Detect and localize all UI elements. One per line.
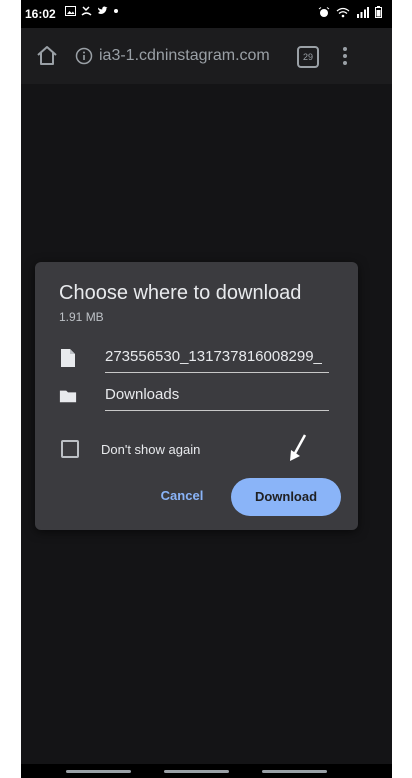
dont-show-again-checkbox[interactable]	[61, 440, 79, 458]
more-options-icon[interactable]	[337, 45, 353, 67]
filename-input[interactable]: 273556530_131737816008299_	[105, 342, 329, 373]
dont-show-again-label: Don't show again	[101, 441, 201, 457]
twitter-icon	[97, 6, 108, 14]
status-bar: 16:02	[21, 0, 392, 28]
nav-recents-button[interactable]	[66, 770, 131, 773]
system-icons	[318, 6, 382, 18]
dialog-title: Choose where to download	[59, 282, 302, 304]
signal-icon	[357, 6, 369, 18]
home-icon[interactable]	[35, 44, 59, 68]
browser-toolbar: ia3-1.cdninstagram.com 29	[21, 28, 392, 84]
filename-row: 273556530_131737816008299_	[59, 342, 333, 376]
download-button[interactable]: Download	[231, 478, 341, 516]
missed-call-icon	[81, 6, 92, 16]
folder-icon	[59, 390, 77, 403]
dot-icon	[114, 9, 118, 13]
info-icon[interactable]	[75, 47, 93, 65]
dont-show-again-row[interactable]: Don't show again	[61, 438, 200, 460]
navigation-bar	[21, 764, 392, 778]
url-text: ia3-1.cdninstagram.com	[99, 47, 270, 64]
pointer-arrow-icon	[290, 434, 307, 461]
location-row: Downloads	[59, 380, 333, 414]
wifi-icon	[336, 7, 350, 17]
file-size: 1.91 MB	[59, 310, 104, 324]
nav-back-button[interactable]	[262, 770, 327, 773]
tab-switcher-button[interactable]: 29	[297, 46, 319, 68]
notification-icons	[65, 6, 119, 16]
file-icon	[61, 349, 75, 367]
nav-home-button[interactable]	[164, 770, 229, 773]
download-dialog: Choose where to download 1.91 MB 2735565…	[35, 262, 358, 530]
location-selector[interactable]: Downloads	[105, 380, 329, 411]
phone-screen: 16:02 ia3-1.cdninstagram.com 29 Choose w…	[21, 0, 392, 778]
status-time: 16:02	[25, 7, 56, 21]
url-bar[interactable]: ia3-1.cdninstagram.com	[75, 41, 285, 71]
battery-icon	[375, 6, 382, 18]
cancel-button[interactable]: Cancel	[147, 484, 217, 508]
alarm-icon	[318, 6, 330, 17]
gallery-icon	[65, 6, 76, 16]
